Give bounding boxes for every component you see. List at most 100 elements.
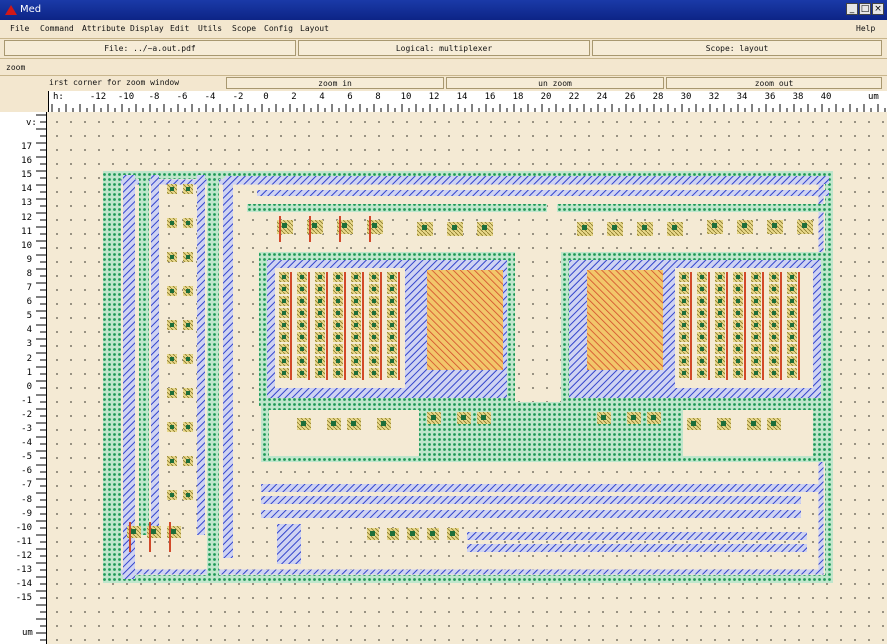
minimize-button[interactable]: _ xyxy=(846,3,858,15)
layout-canvas[interactable] xyxy=(47,112,887,644)
contact-cell xyxy=(718,371,722,375)
contact-cell xyxy=(336,335,340,339)
contact-cell xyxy=(300,275,304,279)
contact-cell xyxy=(354,359,358,363)
contact-cell xyxy=(372,359,376,363)
layout-drawing[interactable] xyxy=(47,112,887,644)
contact-cell xyxy=(772,299,776,303)
contact-cell xyxy=(390,287,394,291)
contact-cell xyxy=(390,323,394,327)
contact-cell xyxy=(372,311,376,315)
contact-cell xyxy=(700,371,704,375)
menu-edit[interactable]: Edit xyxy=(170,24,189,33)
contact-cell xyxy=(336,299,340,303)
contact-cell xyxy=(390,359,394,363)
close-button[interactable]: × xyxy=(872,3,884,15)
contact-cell xyxy=(354,275,358,279)
side-contact xyxy=(170,459,174,463)
file-status: File: ../~a.out.pdf xyxy=(4,40,296,56)
vertical-ruler[interactable]: v: um 17 16 15 14 13 12 11 10 9 8 7 6 5 4 3 2 1 0 -1 -2 -3 -4… xyxy=(0,112,47,644)
contact-cell xyxy=(700,299,704,303)
contact-cell xyxy=(754,275,758,279)
top-contact xyxy=(802,223,807,228)
menu-help[interactable]: Help xyxy=(856,24,875,33)
maximize-button[interactable]: □ xyxy=(859,3,871,15)
contact-cell xyxy=(754,359,758,363)
side-contact xyxy=(186,357,190,361)
top-gate xyxy=(279,216,281,242)
scope-status: Scope: layout xyxy=(592,40,882,56)
contact-cell xyxy=(718,359,722,363)
bottom-contact xyxy=(651,415,656,420)
top-contact xyxy=(642,225,647,230)
command-text: zoom xyxy=(6,63,26,72)
contact-cell xyxy=(700,335,704,339)
horizontal-ruler[interactable]: h: um -12 -10 -8 -6 -4 -2 0 2 4 6 8 10 12 14 16 18 20 22 2… xyxy=(48,91,887,113)
menu-display[interactable]: Display xyxy=(130,24,164,33)
contact-cell xyxy=(772,275,776,279)
contact-cell xyxy=(772,311,776,315)
menu-config[interactable]: Config xyxy=(264,24,293,33)
contact-cell xyxy=(282,275,286,279)
menu-utils[interactable]: Utils xyxy=(198,24,222,33)
zoom-out-button[interactable]: zoom out xyxy=(666,77,882,89)
command-line[interactable]: zoom xyxy=(0,58,887,76)
contact-cell xyxy=(300,371,304,375)
top-contact xyxy=(422,225,427,230)
top-contact xyxy=(712,223,717,228)
poly-gate xyxy=(690,272,692,380)
contact-cell xyxy=(736,359,740,363)
contact-cell xyxy=(336,311,340,315)
top-contact xyxy=(612,225,617,230)
poly-gate xyxy=(308,272,310,380)
contact-cell xyxy=(318,323,322,327)
contact-cell xyxy=(736,347,740,351)
contact-cell xyxy=(372,335,376,339)
contact-cell xyxy=(790,359,794,363)
top-rails xyxy=(225,176,829,212)
poly-gate xyxy=(762,272,764,380)
contact-cell xyxy=(736,371,740,375)
contact-cell xyxy=(390,335,394,339)
top-gate xyxy=(339,216,341,242)
menu-scope[interactable]: Scope xyxy=(232,24,256,33)
bottom-contact xyxy=(721,421,726,426)
poly-gate xyxy=(708,272,710,380)
bottom-blocks xyxy=(261,402,827,564)
poly-gate xyxy=(744,272,746,380)
bottom-contact xyxy=(381,421,386,426)
menu-bar: File Command Attribute Display Edit Util… xyxy=(0,20,887,39)
top-contact xyxy=(342,223,347,228)
contact-cell xyxy=(372,275,376,279)
mux-gate xyxy=(169,522,171,552)
top-contact xyxy=(742,223,747,228)
contact-cell xyxy=(718,335,722,339)
contact-cell xyxy=(790,275,794,279)
contact-cell xyxy=(300,323,304,327)
contact-cell xyxy=(372,323,376,327)
contact-cell xyxy=(682,299,686,303)
menu-command[interactable]: Command xyxy=(40,24,74,33)
contact-cell xyxy=(282,347,286,351)
menu-attribute[interactable]: Attribute xyxy=(82,24,125,33)
bottom-contact xyxy=(331,421,336,426)
contact-cell xyxy=(682,275,686,279)
un-zoom-button[interactable]: un zoom xyxy=(446,77,664,89)
menu-file[interactable]: File xyxy=(10,24,29,33)
contact-cell xyxy=(772,359,776,363)
menu-layout[interactable]: Layout xyxy=(300,24,329,33)
contact-cell xyxy=(336,323,340,327)
contact-cell xyxy=(700,347,704,351)
zoom-in-button[interactable]: zoom in xyxy=(226,77,444,89)
contact-cell xyxy=(754,371,758,375)
bottom-contact xyxy=(691,421,696,426)
mux-contact xyxy=(131,529,136,534)
contact-cell xyxy=(718,323,722,327)
contact-cell xyxy=(372,287,376,291)
contact-cell xyxy=(718,311,722,315)
contact-cell xyxy=(336,275,340,279)
top-contact xyxy=(582,225,587,230)
top-contact xyxy=(372,223,377,228)
bottom-contact xyxy=(601,415,606,420)
contact-cell xyxy=(772,347,776,351)
